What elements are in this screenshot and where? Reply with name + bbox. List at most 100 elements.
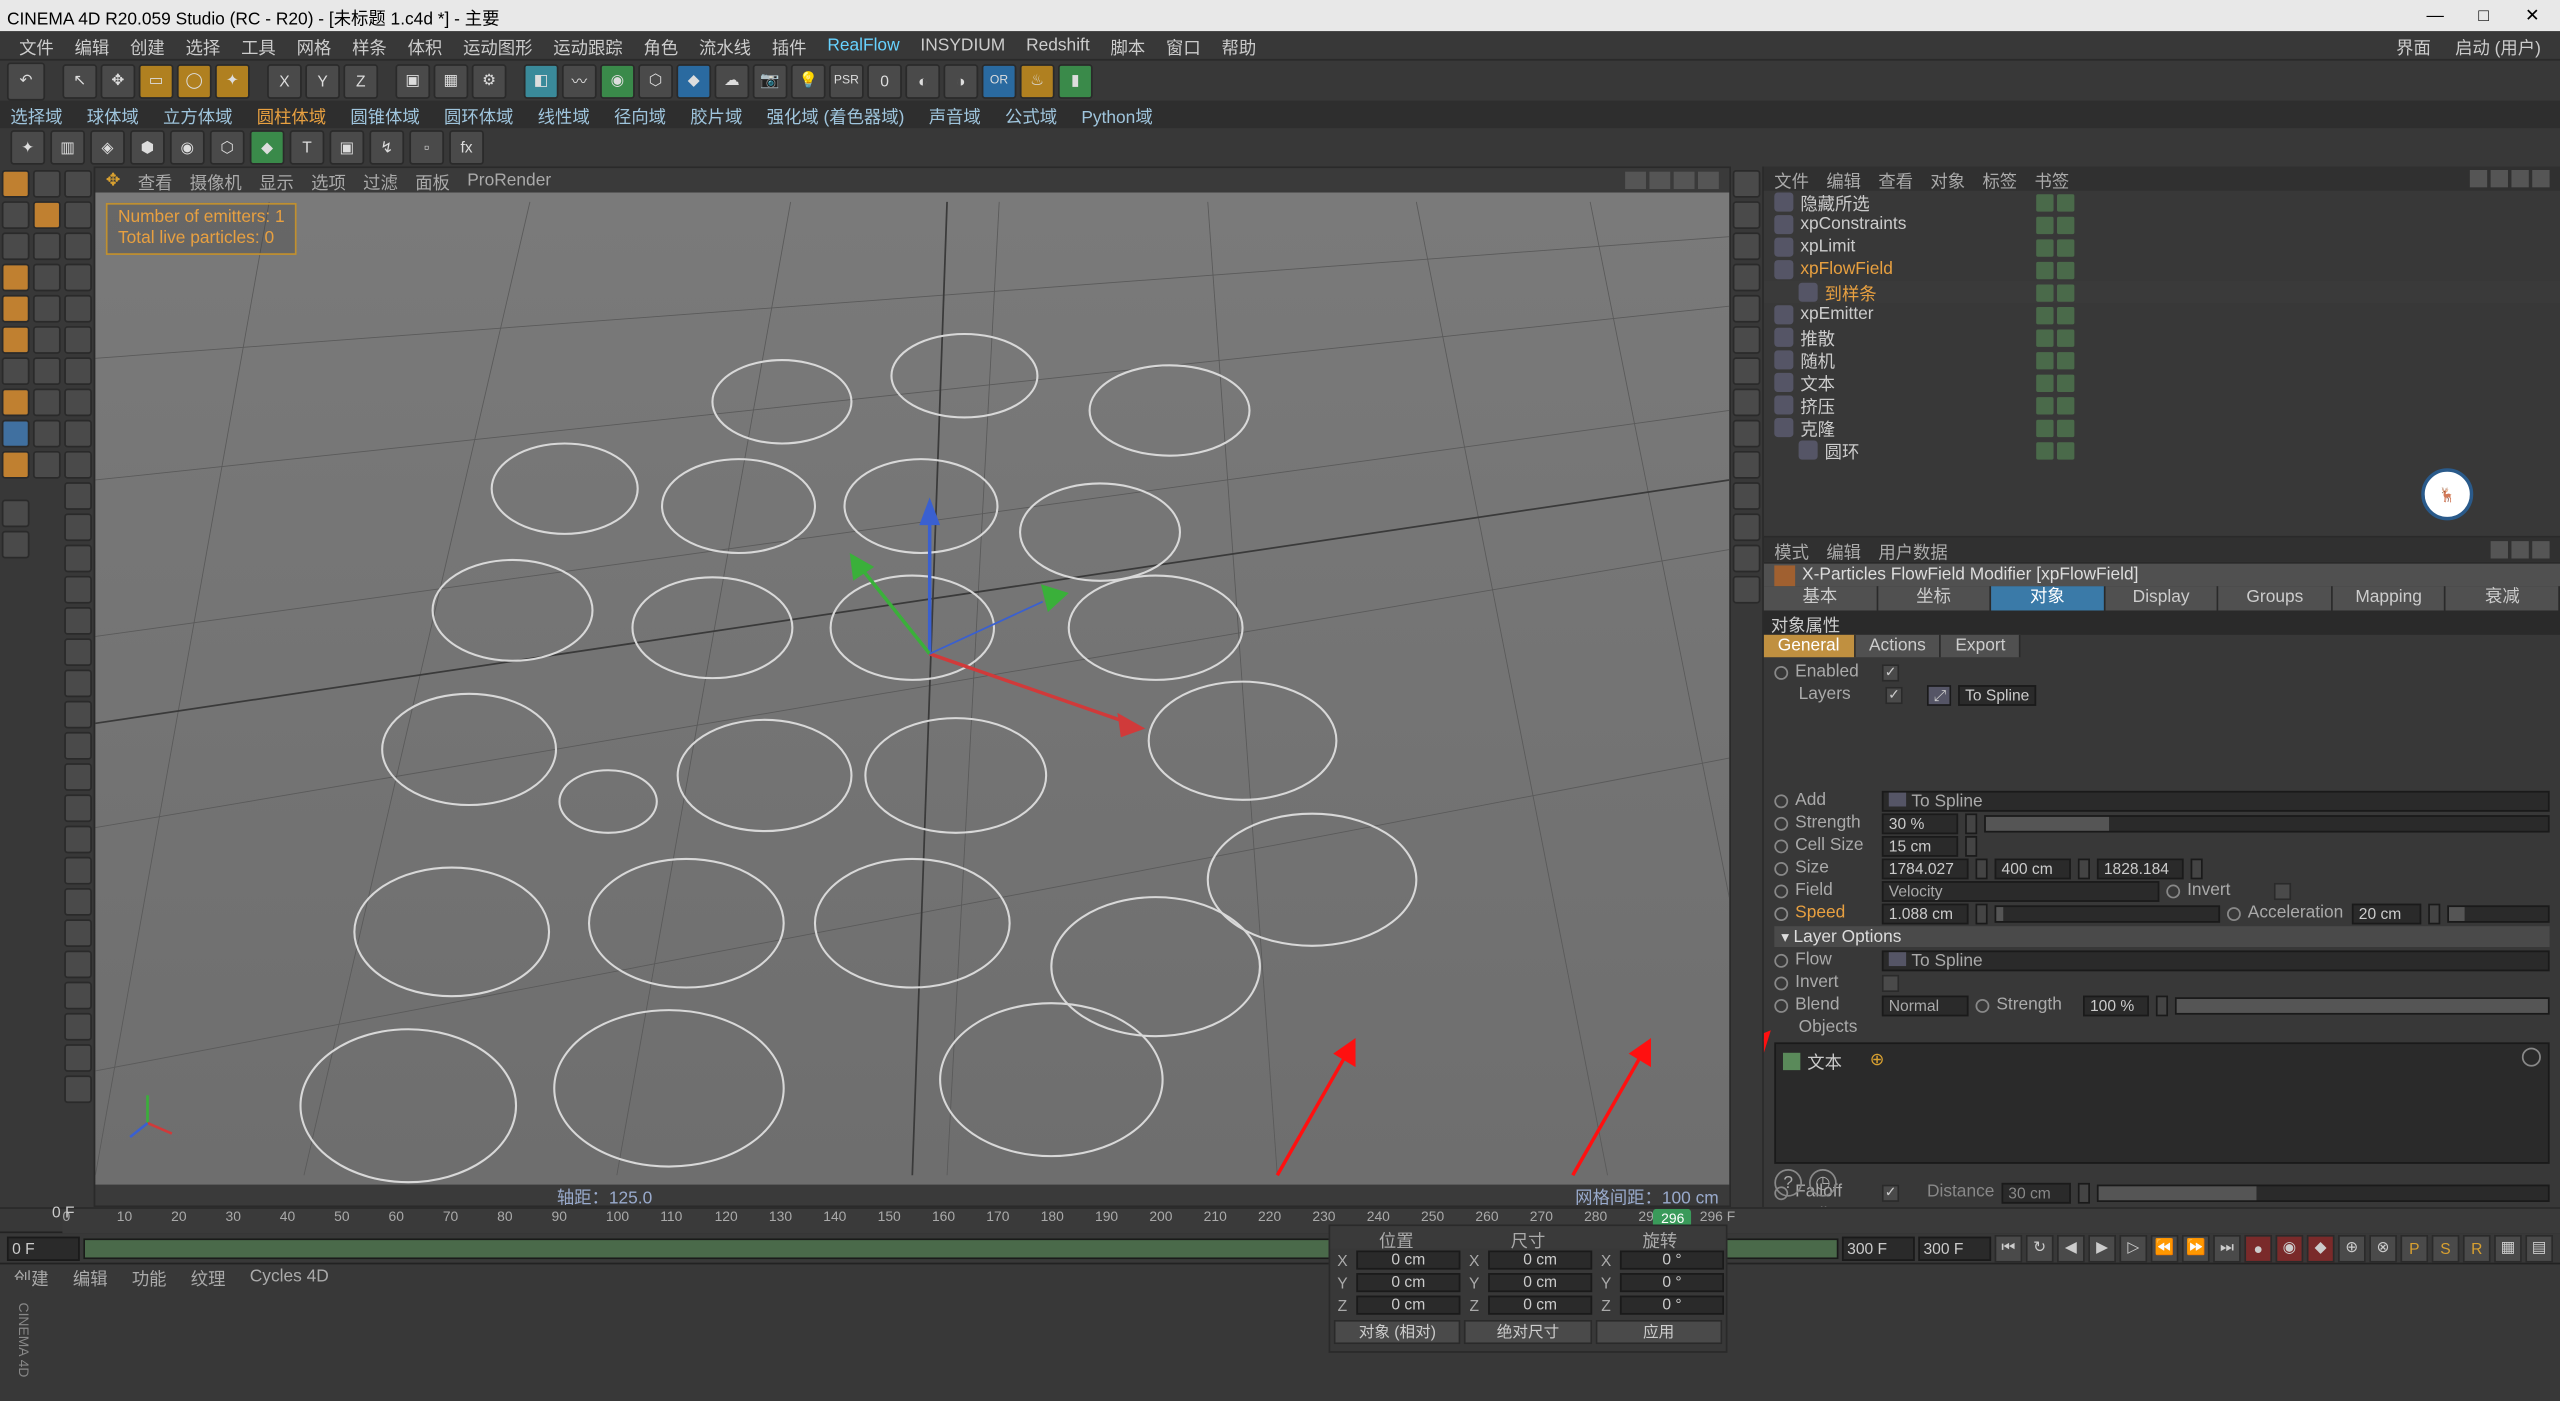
- lt-i[interactable]: [2, 420, 30, 448]
- key-button[interactable]: ◆: [2307, 1234, 2335, 1262]
- light-button[interactable]: 💡: [791, 63, 826, 98]
- vp-icon-c[interactable]: [1674, 172, 1695, 189]
- psr-button[interactable]: PSR: [829, 63, 864, 98]
- objects-item[interactable]: 文本: [1807, 1048, 1842, 1074]
- lt-j[interactable]: [2, 451, 30, 479]
- subtab-1[interactable]: Actions: [1855, 635, 1941, 658]
- subtab-2[interactable]: Export: [1941, 635, 2021, 658]
- layer-options-section[interactable]: ▾ Layer Options: [1774, 926, 2549, 947]
- l2-a[interactable]: [33, 170, 61, 198]
- minimize-button[interactable]: —: [2414, 6, 2456, 25]
- l2-f[interactable]: [33, 357, 61, 385]
- lt-d[interactable]: [2, 264, 30, 292]
- om-ico-d[interactable]: [2532, 170, 2549, 187]
- field-3[interactable]: 圆柱体域: [257, 101, 326, 127]
- recent-tool[interactable]: ✦: [215, 63, 250, 98]
- vp-icon-d[interactable]: [1698, 172, 1719, 189]
- tool-or[interactable]: OR: [982, 63, 1017, 98]
- menu-4[interactable]: 工具: [232, 32, 284, 58]
- accel-input[interactable]: 20 cm: [2352, 903, 2421, 924]
- mg-l[interactable]: fx: [449, 130, 484, 165]
- mid-tool-7[interactable]: [64, 389, 92, 417]
- menu-17[interactable]: 窗口: [1157, 32, 1209, 58]
- strength2-slider[interactable]: [2175, 996, 2550, 1013]
- am-ico-a[interactable]: [2491, 541, 2508, 558]
- lt-h[interactable]: [2, 389, 30, 417]
- field-5[interactable]: 圆环体域: [444, 101, 513, 127]
- distance-slider[interactable]: [2097, 1184, 2550, 1201]
- lt-cube-icon[interactable]: [2, 170, 30, 198]
- attr-tab-0[interactable]: 基本: [1764, 586, 1878, 610]
- lt-c[interactable]: [2, 232, 30, 260]
- size-x-input[interactable]: 1784.027: [1882, 858, 1969, 879]
- menu-12[interactable]: 插件: [763, 32, 815, 58]
- object-row-3[interactable]: xpFlowField: [1764, 258, 2560, 281]
- l2-d[interactable]: [33, 295, 61, 323]
- attr-tab-5[interactable]: Mapping: [2333, 586, 2447, 610]
- rtool-0[interactable]: [1733, 170, 1761, 198]
- accel-slider[interactable]: [2447, 904, 2549, 921]
- lt-g[interactable]: [2, 357, 30, 385]
- field-2[interactable]: 立方体域: [163, 101, 232, 127]
- generator-button[interactable]: ⬡: [638, 63, 673, 98]
- rtool-5[interactable]: [1733, 326, 1761, 354]
- mid-tool-5[interactable]: [64, 326, 92, 354]
- mg-h[interactable]: T: [290, 130, 325, 165]
- spline-button[interactable]: 〰: [562, 63, 597, 98]
- mg-c[interactable]: ◈: [90, 130, 125, 165]
- object-row-10[interactable]: 克隆: [1764, 416, 2560, 439]
- coord-foot-1[interactable]: 绝对尺寸: [1464, 1320, 1591, 1344]
- tool-a[interactable]: ◐: [905, 63, 940, 98]
- mid-tool-1[interactable]: [64, 201, 92, 229]
- menu-6[interactable]: 样条: [343, 32, 395, 58]
- size-z-input[interactable]: 1828.184: [2097, 858, 2184, 879]
- key-opt-s[interactable]: S: [2432, 1234, 2460, 1262]
- key-opt-a[interactable]: ⊕: [2338, 1234, 2366, 1262]
- mid-tool-19[interactable]: [64, 763, 92, 791]
- object-row-9[interactable]: 挤压: [1764, 394, 2560, 417]
- rtool-9[interactable]: [1733, 451, 1761, 479]
- object-manager[interactable]: 隐藏所选xpConstraintsxpLimitxpFlowField到样条xp…: [1764, 191, 2560, 538]
- mid-tool-24[interactable]: [64, 919, 92, 947]
- am-ico-c[interactable]: [2532, 541, 2549, 558]
- mid-tool-20[interactable]: [64, 794, 92, 822]
- timeline-ruler[interactable]: 0102030405060708090100110120130140150160…: [0, 1207, 2560, 1231]
- attr-tab-4[interactable]: Groups Affected: [2219, 586, 2333, 610]
- mid-tool-2[interactable]: [64, 232, 92, 260]
- speed-input[interactable]: 1.088 cm: [1882, 903, 1969, 924]
- cellsize-spinner[interactable]: [1965, 835, 1977, 856]
- menu-7[interactable]: 体积: [399, 32, 451, 58]
- distance-input[interactable]: 30 cm: [2001, 1182, 2070, 1203]
- object-row-1[interactable]: xpConstraints: [1764, 213, 2560, 236]
- rtool-13[interactable]: [1733, 576, 1761, 604]
- mat-tab-3[interactable]: 纹理: [191, 1264, 226, 1290]
- play-button[interactable]: ▶: [2088, 1234, 2116, 1262]
- coord-foot-0[interactable]: 对象 (相对): [1334, 1320, 1461, 1344]
- mg-k[interactable]: ▫: [409, 130, 444, 165]
- strength-spinner[interactable]: [1965, 813, 1977, 834]
- l2-g[interactable]: [33, 389, 61, 417]
- render-button[interactable]: ▣: [395, 63, 430, 98]
- subtab-0[interactable]: General: [1764, 635, 1855, 658]
- attr-tab-2[interactable]: 对象: [1991, 586, 2105, 610]
- rtool-8[interactable]: [1733, 420, 1761, 448]
- autokey-button[interactable]: ◉: [2276, 1234, 2304, 1262]
- strength-input[interactable]: 30 %: [1882, 813, 1958, 834]
- invert2-checkbox[interactable]: [1882, 974, 1899, 991]
- l2-c[interactable]: [33, 264, 61, 292]
- field-10[interactable]: 声音域: [929, 101, 981, 127]
- y-axis-button[interactable]: Y: [305, 63, 340, 98]
- undo-button[interactable]: ↶: [7, 62, 45, 100]
- field-dropdown[interactable]: Velocity: [1882, 880, 2160, 901]
- add-dropdown[interactable]: To Spline: [1882, 790, 2550, 811]
- mid-tool-18[interactable]: [64, 732, 92, 760]
- prev-frame-button[interactable]: ◀: [2057, 1234, 2085, 1262]
- mg-j[interactable]: ↯: [369, 130, 404, 165]
- mid-tool-9[interactable]: [64, 451, 92, 479]
- mg-a[interactable]: ✦: [10, 130, 45, 165]
- invert-checkbox[interactable]: [2274, 882, 2291, 899]
- maximize-button[interactable]: □: [2463, 6, 2505, 25]
- mat-tab-4[interactable]: Cycles 4D: [250, 1268, 329, 1287]
- mg-d[interactable]: ⬢: [130, 130, 165, 165]
- help-button-a[interactable]: ?: [1774, 1169, 1802, 1197]
